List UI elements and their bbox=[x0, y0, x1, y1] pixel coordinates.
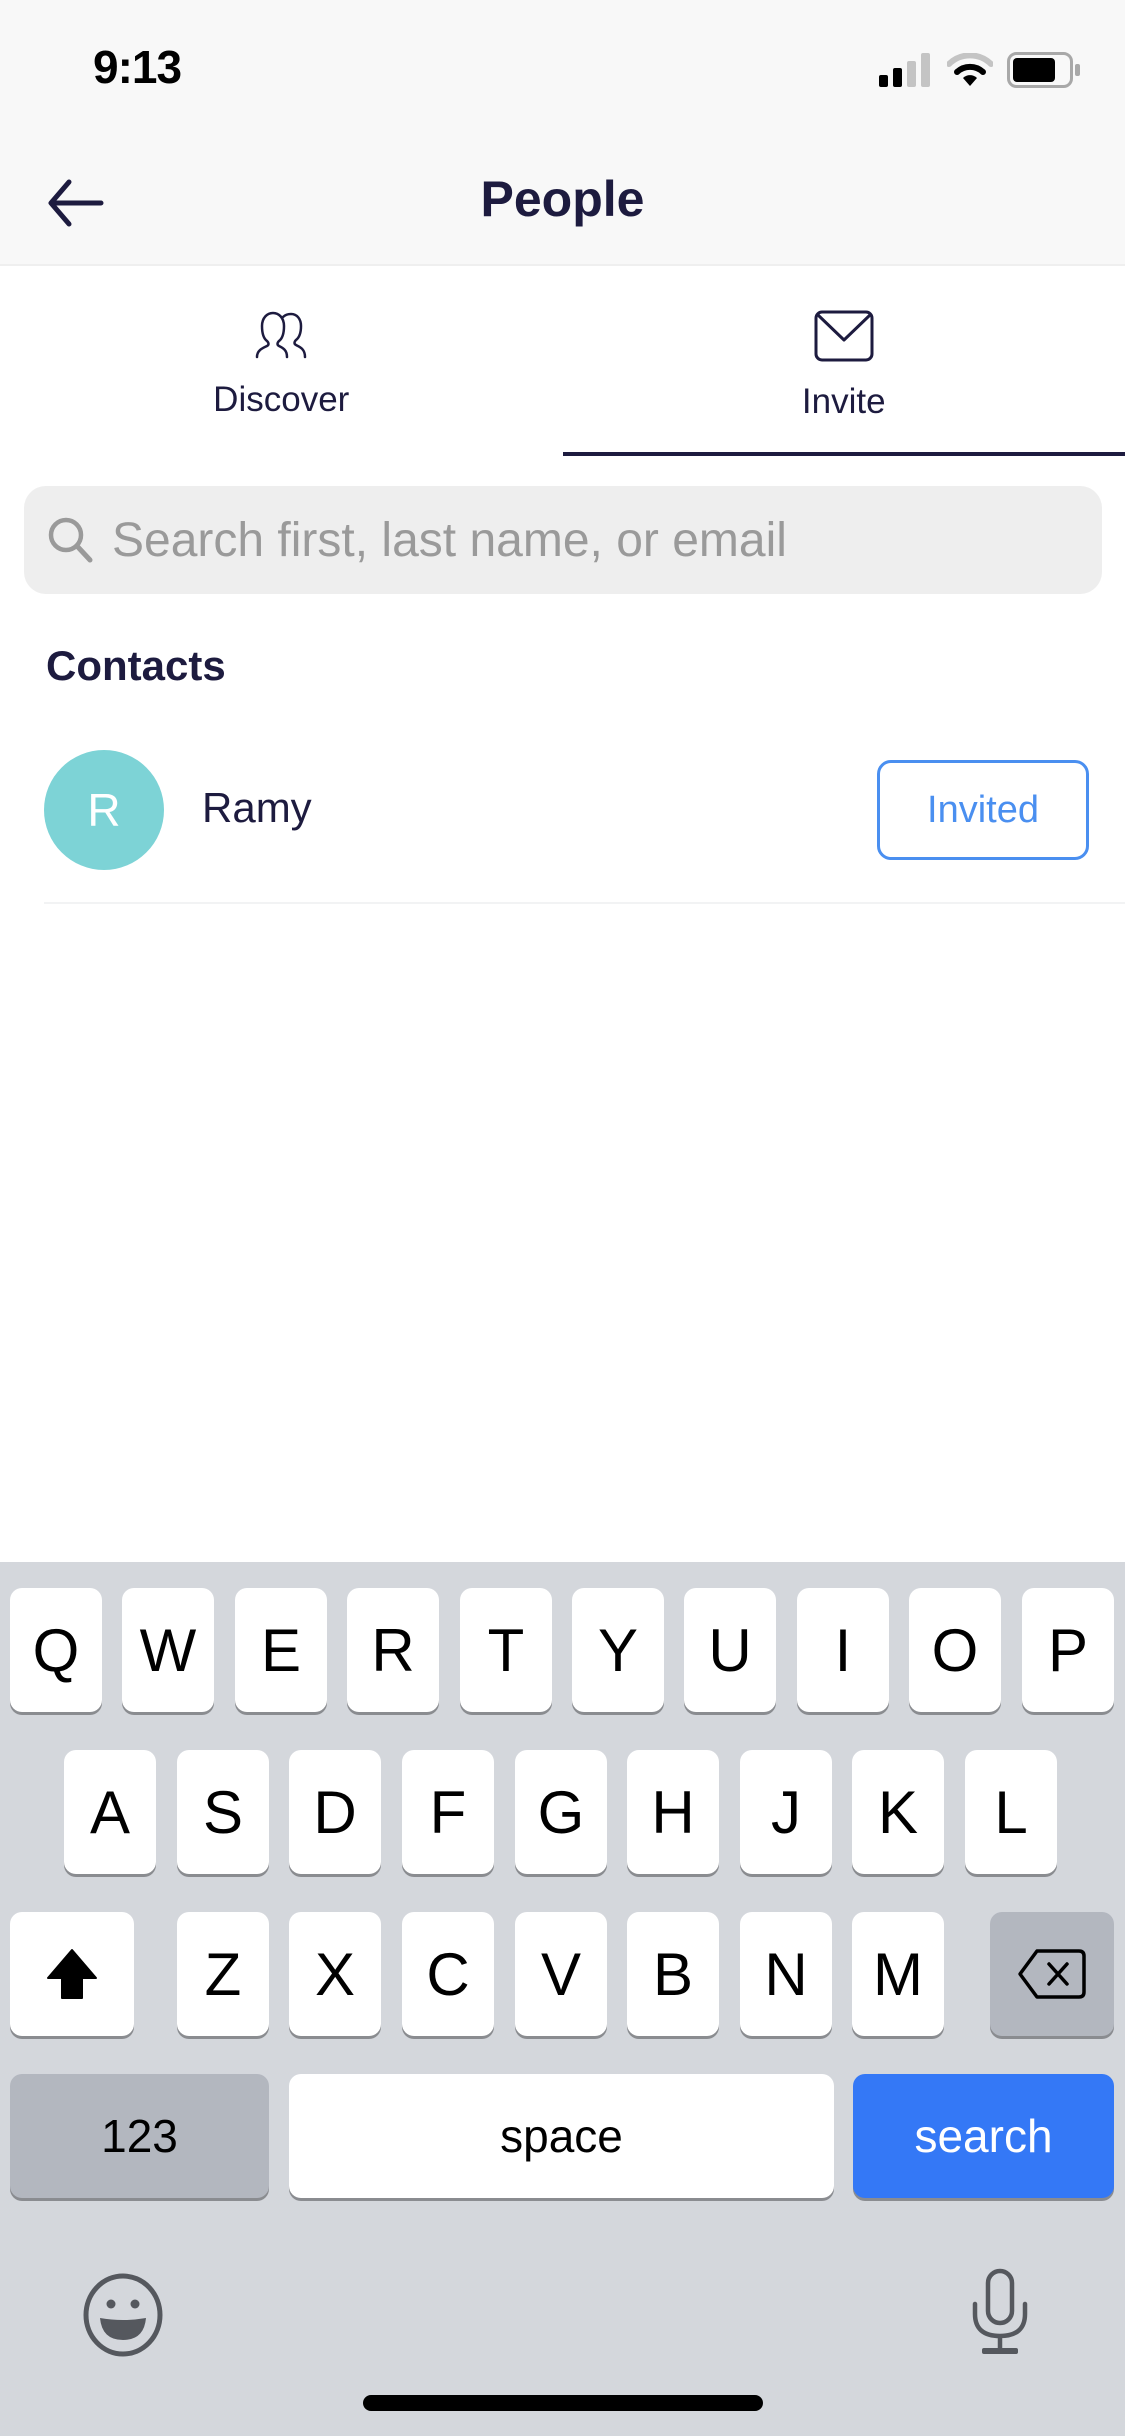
numbers-key[interactable]: 123 bbox=[10, 2074, 269, 2198]
key-s[interactable]: S bbox=[177, 1750, 269, 1874]
battery-icon bbox=[1007, 52, 1080, 88]
home-indicator bbox=[363, 2395, 763, 2411]
status-bar: 9:13 bbox=[0, 0, 1125, 140]
page-title: People bbox=[480, 171, 645, 227]
key-h[interactable]: H bbox=[627, 1750, 719, 1874]
search-bar bbox=[24, 486, 1102, 594]
search-icon bbox=[48, 517, 93, 563]
shift-key[interactable] bbox=[10, 1912, 134, 2036]
key-y[interactable]: Y bbox=[572, 1588, 664, 1712]
key-i[interactable]: I bbox=[797, 1588, 889, 1712]
key-x[interactable]: X bbox=[289, 1912, 381, 2036]
status-time: 9:13 bbox=[93, 41, 182, 93]
key-p[interactable]: P bbox=[1022, 1588, 1114, 1712]
search-key[interactable]: search bbox=[853, 2074, 1114, 2198]
contact-name: Ramy bbox=[202, 784, 312, 831]
key-c[interactable]: C bbox=[402, 1912, 494, 2036]
key-n[interactable]: N bbox=[740, 1912, 832, 2036]
backspace-icon bbox=[1018, 1949, 1086, 1999]
microphone-icon[interactable] bbox=[970, 2268, 1030, 2356]
contact-list-item[interactable]: R Ramy Invited bbox=[44, 740, 1125, 904]
tab-label: Discover bbox=[213, 380, 350, 419]
tab-bar: Discover Invite bbox=[0, 268, 1125, 456]
nav-bar: People bbox=[0, 140, 1125, 266]
key-u[interactable]: U bbox=[684, 1588, 776, 1712]
key-k[interactable]: K bbox=[852, 1750, 944, 1874]
key-e[interactable]: E bbox=[235, 1588, 327, 1712]
key-f[interactable]: F bbox=[402, 1750, 494, 1874]
envelope-icon bbox=[814, 310, 874, 362]
key-a[interactable]: A bbox=[64, 1750, 156, 1874]
avatar: R bbox=[44, 750, 164, 870]
key-d[interactable]: D bbox=[289, 1750, 381, 1874]
key-g[interactable]: G bbox=[515, 1750, 607, 1874]
key-l[interactable]: L bbox=[965, 1750, 1057, 1874]
tab-label: Invite bbox=[801, 382, 886, 421]
key-b[interactable]: B bbox=[627, 1912, 719, 2036]
key-q[interactable]: Q bbox=[10, 1588, 102, 1712]
key-o[interactable]: O bbox=[909, 1588, 1001, 1712]
wifi-icon bbox=[947, 53, 993, 86]
people-icon bbox=[256, 311, 307, 359]
signal-icon bbox=[879, 53, 930, 87]
invited-button[interactable]: Invited bbox=[877, 760, 1089, 860]
key-z[interactable]: Z bbox=[177, 1912, 269, 2036]
backspace-key[interactable] bbox=[990, 1912, 1114, 2036]
key-t[interactable]: T bbox=[460, 1588, 552, 1712]
key-j[interactable]: J bbox=[740, 1750, 832, 1874]
search-input[interactable] bbox=[112, 512, 1072, 568]
key-r[interactable]: R bbox=[347, 1588, 439, 1712]
key-v[interactable]: V bbox=[515, 1912, 607, 2036]
key-m[interactable]: M bbox=[852, 1912, 944, 2036]
keyboard: Q W E R T Y U I O P A S D F G H J K L Z … bbox=[0, 1562, 1125, 2436]
tab-discover[interactable]: Discover bbox=[0, 268, 563, 456]
space-key[interactable]: space bbox=[289, 2074, 834, 2198]
emoji-icon[interactable] bbox=[80, 2272, 166, 2358]
section-title-contacts: Contacts bbox=[46, 642, 226, 689]
shift-arrow-icon bbox=[47, 1949, 97, 1999]
tab-invite[interactable]: Invite bbox=[562, 268, 1125, 456]
key-w[interactable]: W bbox=[122, 1588, 214, 1712]
status-icons bbox=[879, 52, 1081, 88]
